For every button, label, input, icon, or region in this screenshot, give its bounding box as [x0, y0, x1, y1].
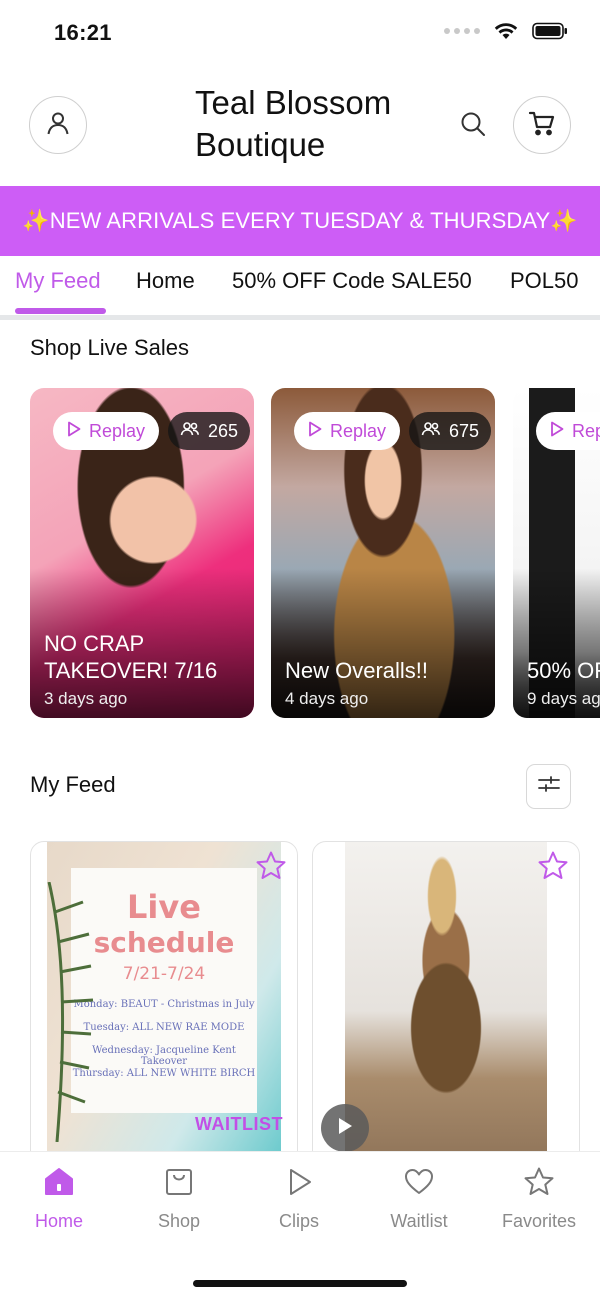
live-sales-heading: Shop Live Sales [30, 335, 189, 360]
nav-home-label: Home [34, 1211, 83, 1231]
cart-icon [527, 108, 557, 143]
shopping-bag-icon [163, 1166, 195, 1203]
nav-clips-label: Clips [278, 1211, 319, 1231]
replay-label: Replay [330, 420, 387, 441]
tab-my-feed[interactable]: My Feed [15, 268, 101, 294]
waitlist-tag[interactable]: WAITLIST [195, 1114, 283, 1135]
cellular-signal-icon [444, 28, 480, 34]
replay-badge[interactable]: Replay [536, 412, 600, 450]
live-sale-age: 4 days ago [285, 689, 369, 708]
replay-label: Replay [572, 420, 600, 441]
play-outline-icon [550, 421, 564, 442]
home-icon [43, 1166, 75, 1203]
feed-item-card[interactable] [312, 841, 580, 1181]
star-icon [537, 850, 569, 887]
search-button[interactable] [455, 108, 491, 144]
app-header: Teal Blossom Boutique [0, 82, 600, 172]
battery-icon [532, 22, 568, 40]
profile-button[interactable] [29, 96, 87, 154]
promo-text: ✨NEW ARRIVALS EVERY TUESDAY & THURSDAY✨ [22, 208, 578, 233]
tab-sale50[interactable]: 50% OFF Code SALE50 [232, 268, 472, 294]
tab-home[interactable]: Home [136, 268, 195, 294]
viewer-count: 675 [449, 420, 480, 441]
nav-shop-label: Shop [157, 1211, 201, 1231]
nav-clips[interactable]: Clips [244, 1166, 354, 1232]
tab-pol50[interactable]: POL50 [510, 268, 579, 294]
star-icon [255, 850, 287, 887]
wifi-icon [494, 22, 518, 40]
category-tabs: My Feed Home 50% OFF Code SALE50 POL50 [0, 256, 600, 320]
viewer-count: 265 [208, 420, 239, 441]
live-sale-title: 50% OFF MAKEUP [527, 658, 600, 683]
status-bar: 16:21 [0, 0, 600, 66]
bottom-tab-bar: Home Shop Clips Waitlist Favorites [0, 1151, 600, 1299]
video-play-button[interactable] [321, 1104, 369, 1152]
live-sale-title: NO CRAP TAKEOVER! 7/16 [44, 631, 218, 683]
replay-badge[interactable]: Replay [294, 412, 401, 450]
sliders-icon [537, 774, 561, 799]
replay-label: Replay [89, 420, 146, 441]
live-sale-card[interactable]: Replay 265 NO CRAP TAKEOVER! 7/16 3 days… [30, 388, 254, 718]
live-sale-age: 3 days ago [44, 689, 128, 708]
active-tab-indicator [15, 308, 106, 314]
search-icon [459, 110, 487, 143]
nav-home[interactable]: Home [4, 1166, 114, 1232]
viewer-count-badge: 265 [168, 412, 251, 450]
favorite-button[interactable] [253, 850, 289, 886]
home-indicator[interactable] [193, 1280, 407, 1287]
play-icon [336, 1116, 354, 1141]
play-outline-icon [67, 421, 81, 442]
nav-waitlist-label: Waitlist [390, 1211, 448, 1231]
live-sale-title: New Overalls!! [285, 658, 429, 683]
nav-favorites-label: Favorites [501, 1211, 577, 1231]
status-time: 16:21 [54, 20, 112, 45]
heart-icon [403, 1166, 435, 1203]
viewer-count-badge: 675 [409, 412, 492, 450]
filter-button[interactable] [526, 764, 571, 809]
cart-button[interactable] [513, 96, 571, 154]
promo-banner[interactable]: ✨NEW ARRIVALS EVERY TUESDAY & THURSDAY✨ [0, 186, 600, 256]
live-sale-age: 9 days ago [527, 689, 600, 708]
play-outline-icon [308, 421, 322, 442]
live-sale-card[interactable]: Replay 50% OFF MAKEUP 9 days ago [513, 388, 600, 718]
user-icon [45, 110, 71, 141]
nav-waitlist[interactable]: Waitlist [364, 1166, 474, 1232]
live-sale-card[interactable]: Replay 675 New Overalls!! 4 days ago [271, 388, 495, 718]
favorite-button[interactable] [535, 850, 571, 886]
viewers-icon [421, 421, 441, 442]
nav-shop[interactable]: Shop [124, 1166, 234, 1232]
palm-leaf-decoration [47, 882, 94, 1142]
feed-item-video-thumbnail [345, 842, 547, 1180]
live-sales-carousel[interactable]: Replay 265 NO CRAP TAKEOVER! 7/16 3 days… [0, 388, 600, 718]
replay-badge[interactable]: Replay [53, 412, 160, 450]
feed-heading: My Feed [30, 772, 116, 797]
viewers-icon [180, 421, 200, 442]
play-icon [283, 1166, 315, 1203]
feed-item-card[interactable]: Live schedule 7/21-7/24 Monday: BEAUT - … [30, 841, 298, 1181]
star-icon [523, 1166, 555, 1203]
nav-favorites[interactable]: Favorites [484, 1166, 594, 1232]
store-title: Teal Blossom Boutique [195, 84, 392, 163]
status-icons [444, 22, 568, 40]
